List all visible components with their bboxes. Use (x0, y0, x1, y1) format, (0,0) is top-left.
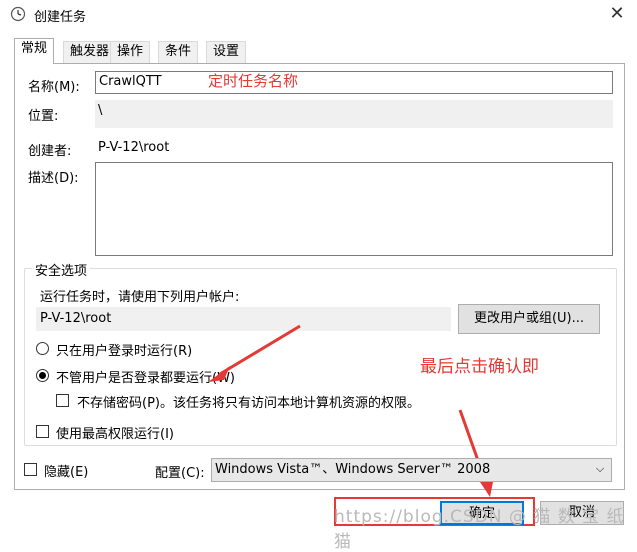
name-label: 名称(M): (28, 80, 80, 95)
radio-run-only-logged-on[interactable] (36, 342, 49, 355)
annotation-arrow-down-icon (458, 409, 494, 497)
tab-conditions[interactable]: 条件 (158, 41, 199, 63)
configure-select[interactable]: Windows Vista™、Windows Server™ 2008 (211, 458, 612, 482)
checkbox-highest-privileges-label: 使用最高权限运行(I) (56, 427, 174, 442)
description-textarea[interactable] (95, 162, 613, 256)
title-bar (0, 0, 637, 30)
checkbox-do-not-store-password-label: 不存储密码(P)。该任务将只有访问本地计算机资源的权限。 (77, 396, 420, 411)
annotation-arrow-icon (208, 324, 301, 382)
task-scheduler-icon (10, 6, 26, 22)
run-as-label: 运行任务时，请使用下列用户帐户: (40, 290, 240, 305)
tab-settings[interactable]: 设置 (206, 41, 247, 63)
author-label: 创建者: (28, 144, 72, 159)
security-options-title: 安全选项 (32, 260, 91, 279)
tab-triggers[interactable]: 触发器 (63, 41, 117, 63)
close-icon[interactable]: ✕ (603, 3, 631, 27)
radio-run-only-logged-on-label: 只在用户登录时运行(R) (56, 344, 193, 359)
tab-actions[interactable]: 操作 (110, 41, 151, 63)
change-user-button[interactable]: 更改用户或组(U)... (458, 304, 600, 334)
watermark: https://blog.CSDN @ 猫 数 宝 纸猫 (334, 507, 625, 552)
checkbox-hidden-label: 隐藏(E) (44, 465, 89, 480)
description-label: 描述(D): (28, 171, 79, 186)
checkbox-do-not-store-password[interactable] (56, 394, 69, 407)
configure-label: 配置(C): (155, 466, 205, 481)
radio-run-whether-logged-on[interactable] (36, 369, 49, 382)
location-value: \ (98, 103, 103, 118)
location-value-box (95, 100, 613, 128)
run-as-value: P-V-12\root (40, 311, 112, 326)
name-input[interactable]: CrawlQTT (95, 71, 613, 94)
task-name-annotation: 定时任务名称 (208, 72, 299, 90)
author-value: P-V-12\root (98, 140, 170, 155)
window-title: 创建任务 (34, 10, 87, 25)
click-ok-annotation: 最后点击确认即 (420, 357, 539, 377)
chevron-down-icon: ⌵ (595, 462, 605, 475)
checkbox-highest-privileges[interactable] (36, 425, 49, 438)
tab-general[interactable]: 常规 (14, 38, 55, 64)
location-label: 位置: (28, 109, 59, 124)
checkbox-hidden[interactable] (24, 463, 37, 476)
